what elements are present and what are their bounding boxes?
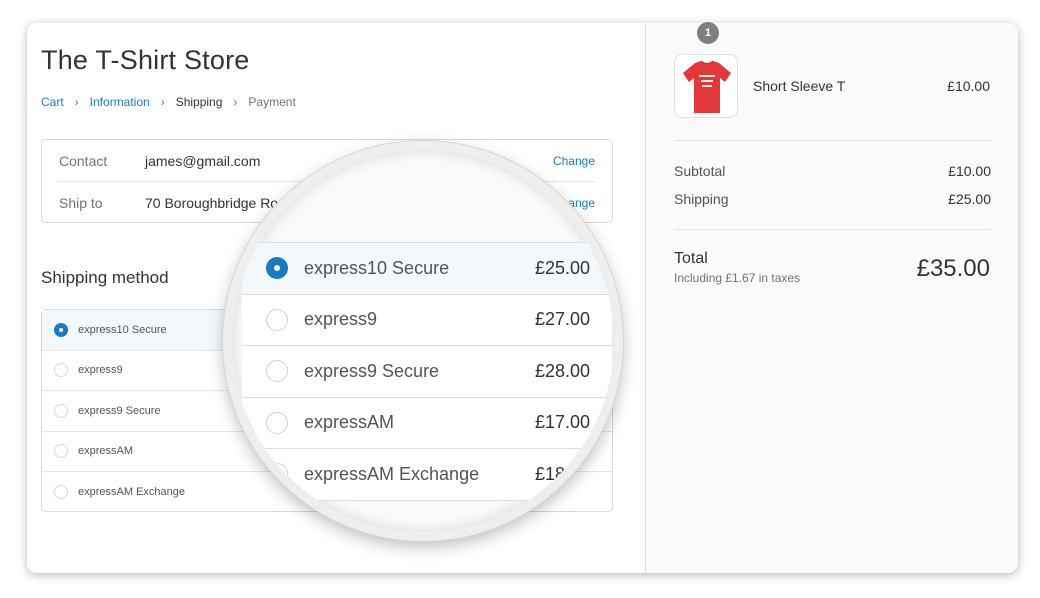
shipping-option-price: £25.00 [534,257,590,278]
radio-icon[interactable] [266,308,288,331]
radio-selected-icon[interactable] [54,322,68,337]
chevron-right-icon: › [233,95,238,109]
breadcrumb-payment: Payment [248,95,296,109]
divider [674,140,991,141]
shipping-option-name: expressAM [304,412,395,433]
shipping-cost-value: £25.00 [948,191,991,207]
chevron-right-icon: › [160,95,165,109]
magnified-shipping-option[interactable]: express9 £27.00 [242,294,612,346]
shipping-cost-label: Shipping [674,191,729,207]
quantity-badge: 1 [697,22,719,44]
divider [674,229,991,230]
store-title: The T-Shirt Store [41,45,250,75]
radio-icon[interactable] [54,444,68,459]
radio-icon[interactable] [54,403,68,418]
shipping-option-name: express9 Secure [304,360,440,381]
taxes-note: Including £1.67 in taxes [674,271,801,285]
shipping-method-title: Shipping method [41,268,169,287]
subtotal-label: Subtotal [674,163,726,179]
breadcrumb: Cart › Information › Shipping › Payment [41,95,296,109]
tshirt-icon [683,60,731,113]
radio-icon[interactable] [54,485,68,500]
magnified-shipping-option[interactable]: expressAM £17.00 [242,397,612,449]
shipping-option-name: express9 Secure [78,404,161,417]
shipping-option-name: express10 Secure [78,323,167,336]
radio-icon[interactable] [266,463,288,486]
magnifier-content: express10 Secure £25.00 express9 £27.00 … [232,150,614,532]
subtotal-value: £10.00 [948,163,991,179]
radio-icon[interactable] [54,363,68,378]
product-thumbnail [674,54,738,118]
checkout-main-panel: The T-Shirt Store Cart › Information › S… [27,23,645,573]
shipping-option-name: express10 Secure [304,257,450,278]
shipping-option-name: expressAM Exchange [304,463,480,484]
order-summary-panel: Short Sleeve T £10.00 Subtotal £10.00 Sh… [645,23,1018,573]
ship-to-label: Ship to [59,195,103,211]
shipping-option-name: express9 [78,364,123,377]
checkout-card: The T-Shirt Store Cart › Information › S… [27,23,1018,573]
breadcrumb-shipping: Shipping [175,95,223,109]
magnifier-lens: express10 Secure £25.00 express9 £27.00 … [223,141,623,541]
radio-icon[interactable] [266,360,288,383]
shipping-option-price: £17.00 [534,412,590,433]
total-value: £35.00 [916,255,990,282]
magnified-shipping-option[interactable]: expressAM Exchange £18.00 [242,449,612,501]
contact-label: Contact [59,152,108,169]
breadcrumb-information[interactable]: Information [90,95,150,109]
chevron-right-icon: › [74,95,79,109]
radio-selected-icon[interactable] [266,257,288,280]
magnified-shipping-list: express10 Secure £25.00 express9 £27.00 … [242,242,612,501]
shipping-option-price: £18.00 [534,463,590,484]
radio-icon[interactable] [266,411,288,434]
shipping-option-name: expressAM [78,445,134,458]
subtotal-row: Subtotal £10.00 [674,163,991,179]
shipping-option-price: £28.00 [534,360,590,381]
total-label: Total [674,250,708,267]
breadcrumb-cart[interactable]: Cart [41,95,64,109]
product-name: Short Sleeve T [753,78,846,94]
magnified-shipping-option[interactable]: express10 Secure £25.00 [242,243,612,295]
shipping-option-price: £27.00 [534,309,590,330]
shipping-option-name: expressAM Exchange [78,486,185,499]
shipping-cost-row: Shipping £25.00 [674,191,991,207]
product-price: £10.00 [947,78,990,94]
magnified-shipping-option[interactable]: express9 Secure £28.00 [242,346,612,398]
shipping-option-name: express9 [304,309,378,330]
